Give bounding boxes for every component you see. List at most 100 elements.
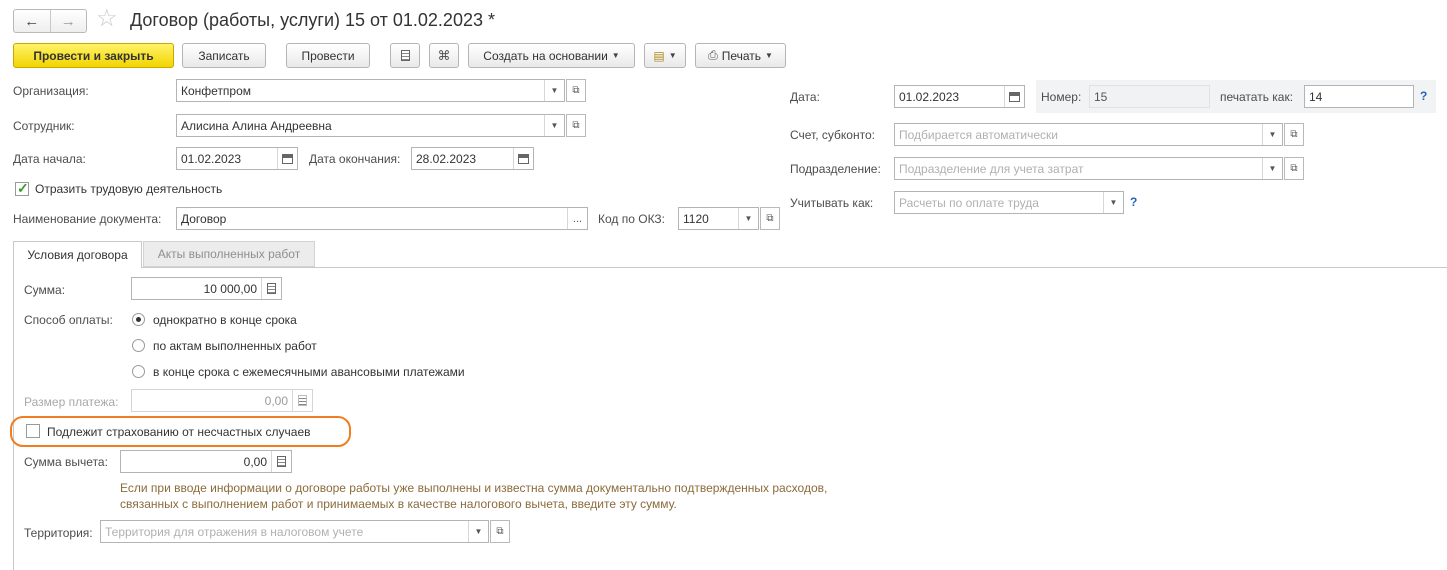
open-icon[interactable]: ⧉ [566, 114, 586, 137]
start-date-label: Дата начала: [13, 152, 86, 166]
sum-value: 10 000,00 [203, 281, 257, 296]
dropdown-arrow-icon[interactable]: ▼ [468, 521, 488, 542]
related-documents-button[interactable]: ▤ ▼ [644, 43, 686, 68]
account-field[interactable]: Подбирается автоматически ▼ [894, 123, 1283, 146]
dropdown-arrow-icon[interactable]: ▼ [1262, 158, 1282, 179]
number-value: 15 [1094, 89, 1108, 104]
print-label: Печать [721, 48, 761, 63]
sum-label: Сумма: [24, 283, 66, 297]
open-icon[interactable]: ⧉ [1284, 157, 1304, 180]
start-date-field[interactable]: 01.02.2023 [176, 147, 298, 170]
deduction-value: 0,00 [243, 454, 267, 469]
calendar-icon[interactable] [277, 148, 297, 169]
okz-code-value: 1120 [683, 211, 709, 226]
ellipsis-icon[interactable]: ... [567, 208, 587, 229]
printer-icon: ⎙ [708, 48, 718, 62]
payment-method-label: Способ оплаты: [24, 313, 113, 327]
radio-monthly-advance[interactable] [132, 365, 145, 378]
start-date-value: 01.02.2023 [181, 151, 242, 166]
labor-activity-label: Отразить трудовую деятельность [35, 182, 223, 196]
dropdown-arrow-icon[interactable]: ▼ [1262, 124, 1282, 145]
account-as-placeholder: Расчеты по оплате труда [899, 195, 1039, 210]
calendar-icon[interactable] [1004, 86, 1024, 107]
dropdown-arrow-icon[interactable]: ▼ [544, 115, 564, 136]
labor-activity-checkbox[interactable]: ✓ [15, 180, 29, 196]
end-date-field[interactable]: 28.02.2023 [411, 147, 534, 170]
print-as-value: 14 [1309, 89, 1323, 104]
organization-field[interactable]: Конфетпром ▼ [176, 79, 565, 102]
deduction-hint: Если при вводе информации о договоре раб… [120, 481, 828, 511]
favorite-star-icon[interactable]: ☆ [96, 7, 118, 31]
open-icon[interactable]: ⧉ [760, 207, 780, 230]
payment-size-field: 0,00 [131, 389, 313, 412]
help-icon[interactable]: ? [1420, 89, 1427, 103]
print-as-label: печатать как: [1220, 90, 1294, 104]
post-button[interactable]: Провести [286, 43, 370, 68]
territory-label: Территория: [24, 526, 93, 540]
payment-option-label: в конце срока с ежемесячными авансовыми … [153, 365, 465, 379]
dropdown-arrow-icon: ▼ [611, 51, 620, 60]
radio-once-end-of-term[interactable] [132, 313, 145, 326]
dropdown-arrow-icon: ▼ [668, 51, 677, 60]
document-name-field[interactable]: Договор ... [176, 207, 588, 230]
dropdown-arrow-icon[interactable]: ▼ [1103, 192, 1123, 213]
checkmark-icon: ✓ [17, 180, 29, 196]
territory-placeholder: Территория для отражения в налоговом уче… [105, 524, 364, 539]
calculator-icon [292, 390, 312, 411]
journal-button[interactable] [390, 43, 420, 68]
payment-option-label: однократно в конце срока [153, 313, 297, 327]
navigation-buttons: ← → [13, 9, 87, 33]
okz-code-label: Код по ОКЗ: [598, 212, 666, 226]
forward-arrow-icon[interactable]: → [49, 10, 87, 32]
deduction-label: Сумма вычета: [24, 455, 108, 469]
tab-contract-terms[interactable]: Условия договора [13, 241, 142, 268]
deduction-field[interactable]: 0,00 [120, 450, 292, 473]
dropdown-arrow-icon: ▼ [765, 51, 773, 60]
document-name-value: Договор [181, 211, 227, 226]
number-field: 15 [1089, 85, 1210, 108]
date-label: Дата: [790, 90, 820, 104]
open-icon[interactable]: ⧉ [490, 520, 510, 543]
employee-label: Сотрудник: [13, 119, 75, 133]
page-title: Договор (работы, услуги) 15 от 01.02.202… [130, 10, 495, 30]
insurance-label: Подлежит страхованию от несчастных случа… [47, 425, 311, 439]
organization-label: Организация: [13, 84, 89, 98]
insurance-checkbox[interactable] [26, 424, 40, 438]
account-as-field[interactable]: Расчеты по оплате труда ▼ [894, 191, 1124, 214]
date-field[interactable]: 01.02.2023 [894, 85, 1025, 108]
radio-by-acts[interactable] [132, 339, 145, 352]
calendar-icon[interactable] [513, 148, 533, 169]
open-icon[interactable]: ⧉ [566, 79, 586, 102]
payment-size-label: Размер платежа: [24, 395, 119, 409]
date-value: 01.02.2023 [899, 89, 960, 104]
document-name-label: Наименование документа: [13, 212, 162, 226]
end-date-value: 28.02.2023 [416, 151, 477, 166]
attachments-button[interactable]: ⌘ [429, 43, 459, 68]
tab-completed-acts[interactable]: Акты выполненных работ [143, 241, 315, 267]
division-placeholder: Подразделение для учета затрат [899, 161, 1084, 176]
documents-icon: ▤ [653, 48, 665, 63]
territory-field[interactable]: Территория для отражения в налоговом уче… [100, 520, 489, 543]
save-button[interactable]: Записать [182, 43, 266, 68]
dropdown-arrow-icon[interactable]: ▼ [544, 80, 564, 101]
print-as-field[interactable]: 14 [1304, 85, 1414, 108]
calculator-icon[interactable] [261, 278, 281, 299]
back-arrow-icon[interactable]: ← [14, 10, 50, 32]
open-icon[interactable]: ⧉ [1284, 123, 1304, 146]
create-based-on-button[interactable]: Создать на основании ▼ [468, 43, 635, 68]
account-as-label: Учитывать как: [790, 196, 874, 210]
post-and-close-button[interactable]: Провести и закрыть [13, 43, 174, 68]
dropdown-arrow-icon[interactable]: ▼ [738, 208, 758, 229]
payment-option-label: по актам выполненных работ [153, 339, 317, 353]
account-label: Счет, субконто: [790, 128, 875, 142]
help-icon[interactable]: ? [1130, 195, 1137, 209]
division-field[interactable]: Подразделение для учета затрат ▼ [894, 157, 1283, 180]
tab-divider [13, 267, 1447, 268]
employee-field[interactable]: Алисина Алина Андреевна ▼ [176, 114, 565, 137]
print-button[interactable]: ⎙ Печать ▼ [695, 43, 786, 68]
calculator-icon[interactable] [271, 451, 291, 472]
sum-field[interactable]: 10 000,00 [131, 277, 282, 300]
okz-code-field[interactable]: 1120 ▼ [678, 207, 759, 230]
end-date-label: Дата окончания: [309, 152, 401, 166]
create-based-on-label: Создать на основании [483, 48, 608, 63]
